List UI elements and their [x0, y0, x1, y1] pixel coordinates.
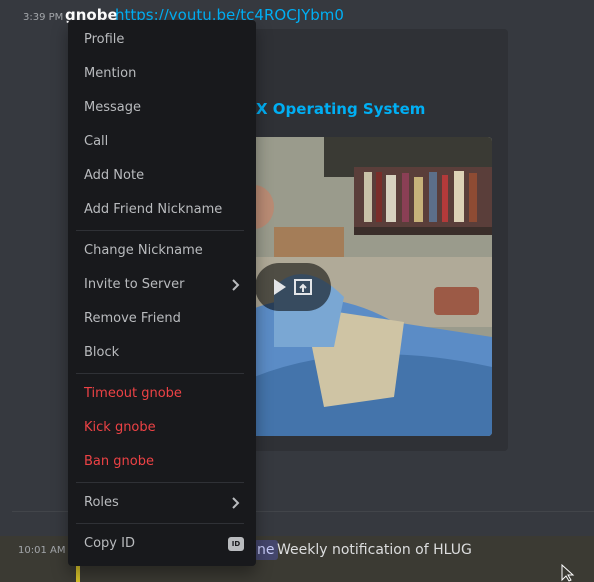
menu-item-label: Message: [84, 100, 141, 115]
bottom-message-text: Weekly notification of HLUG: [277, 542, 472, 558]
message-timestamp: 3:39 PM: [23, 12, 64, 23]
menu-item-remove-friend[interactable]: Remove Friend: [84, 303, 244, 335]
menu-item-label: Roles: [84, 495, 119, 510]
menu-item-label: Mention: [84, 66, 137, 81]
chevron-right-icon: [232, 497, 240, 509]
id-icon: ID: [228, 537, 244, 551]
menu-item-label: Profile: [84, 32, 125, 47]
menu-item-invite-to-server[interactable]: Invite to Server: [84, 269, 244, 301]
menu-item-label: Invite to Server: [84, 277, 185, 292]
menu-item-label: Copy ID: [84, 536, 135, 551]
menu-item-label: Add Friend Nickname: [84, 202, 223, 217]
menu-item-label: Ban gnobe: [84, 454, 154, 469]
embed-title[interactable]: X Operating System: [256, 100, 425, 118]
menu-item-timeout[interactable]: Timeout gnobe: [84, 378, 244, 410]
menu-separator: [76, 523, 244, 524]
menu-item-label: Call: [84, 134, 109, 149]
menu-item-block[interactable]: Block: [84, 337, 244, 369]
menu-item-ban[interactable]: Ban gnobe: [84, 446, 244, 478]
menu-item-label: Kick gnobe: [84, 420, 156, 435]
open-external-icon[interactable]: [293, 277, 313, 297]
menu-separator: [76, 482, 244, 483]
bottom-message-timestamp: 10:01 AM: [18, 545, 66, 556]
menu-item-change-nickname[interactable]: Change Nickname: [84, 235, 244, 267]
menu-item-label: Timeout gnobe: [84, 386, 182, 401]
menu-item-copy-id[interactable]: Copy ID ID: [84, 528, 244, 560]
menu-item-roles[interactable]: Roles: [84, 487, 244, 519]
chevron-right-icon: [232, 279, 240, 291]
menu-item-label: Add Note: [84, 168, 145, 183]
menu-item-add-note[interactable]: Add Note: [84, 160, 244, 192]
menu-item-add-friend-nickname[interactable]: Add Friend Nickname: [84, 194, 244, 226]
menu-item-mention[interactable]: Mention: [84, 58, 244, 90]
menu-item-message[interactable]: Message: [84, 92, 244, 124]
menu-item-label: Remove Friend: [84, 311, 181, 326]
menu-separator: [76, 230, 244, 231]
user-context-menu: Profile Mention Message Call Add Note Ad…: [68, 20, 256, 566]
menu-item-call[interactable]: Call: [84, 126, 244, 158]
mention-tag[interactable]: ne: [254, 540, 278, 560]
menu-item-profile[interactable]: Profile: [84, 24, 244, 56]
menu-item-label: Change Nickname: [84, 243, 203, 258]
menu-separator: [76, 373, 244, 374]
menu-item-label: Block: [84, 345, 120, 360]
menu-item-kick[interactable]: Kick gnobe: [84, 412, 244, 444]
play-icon[interactable]: [272, 278, 288, 296]
mouse-cursor-icon: [561, 564, 575, 582]
